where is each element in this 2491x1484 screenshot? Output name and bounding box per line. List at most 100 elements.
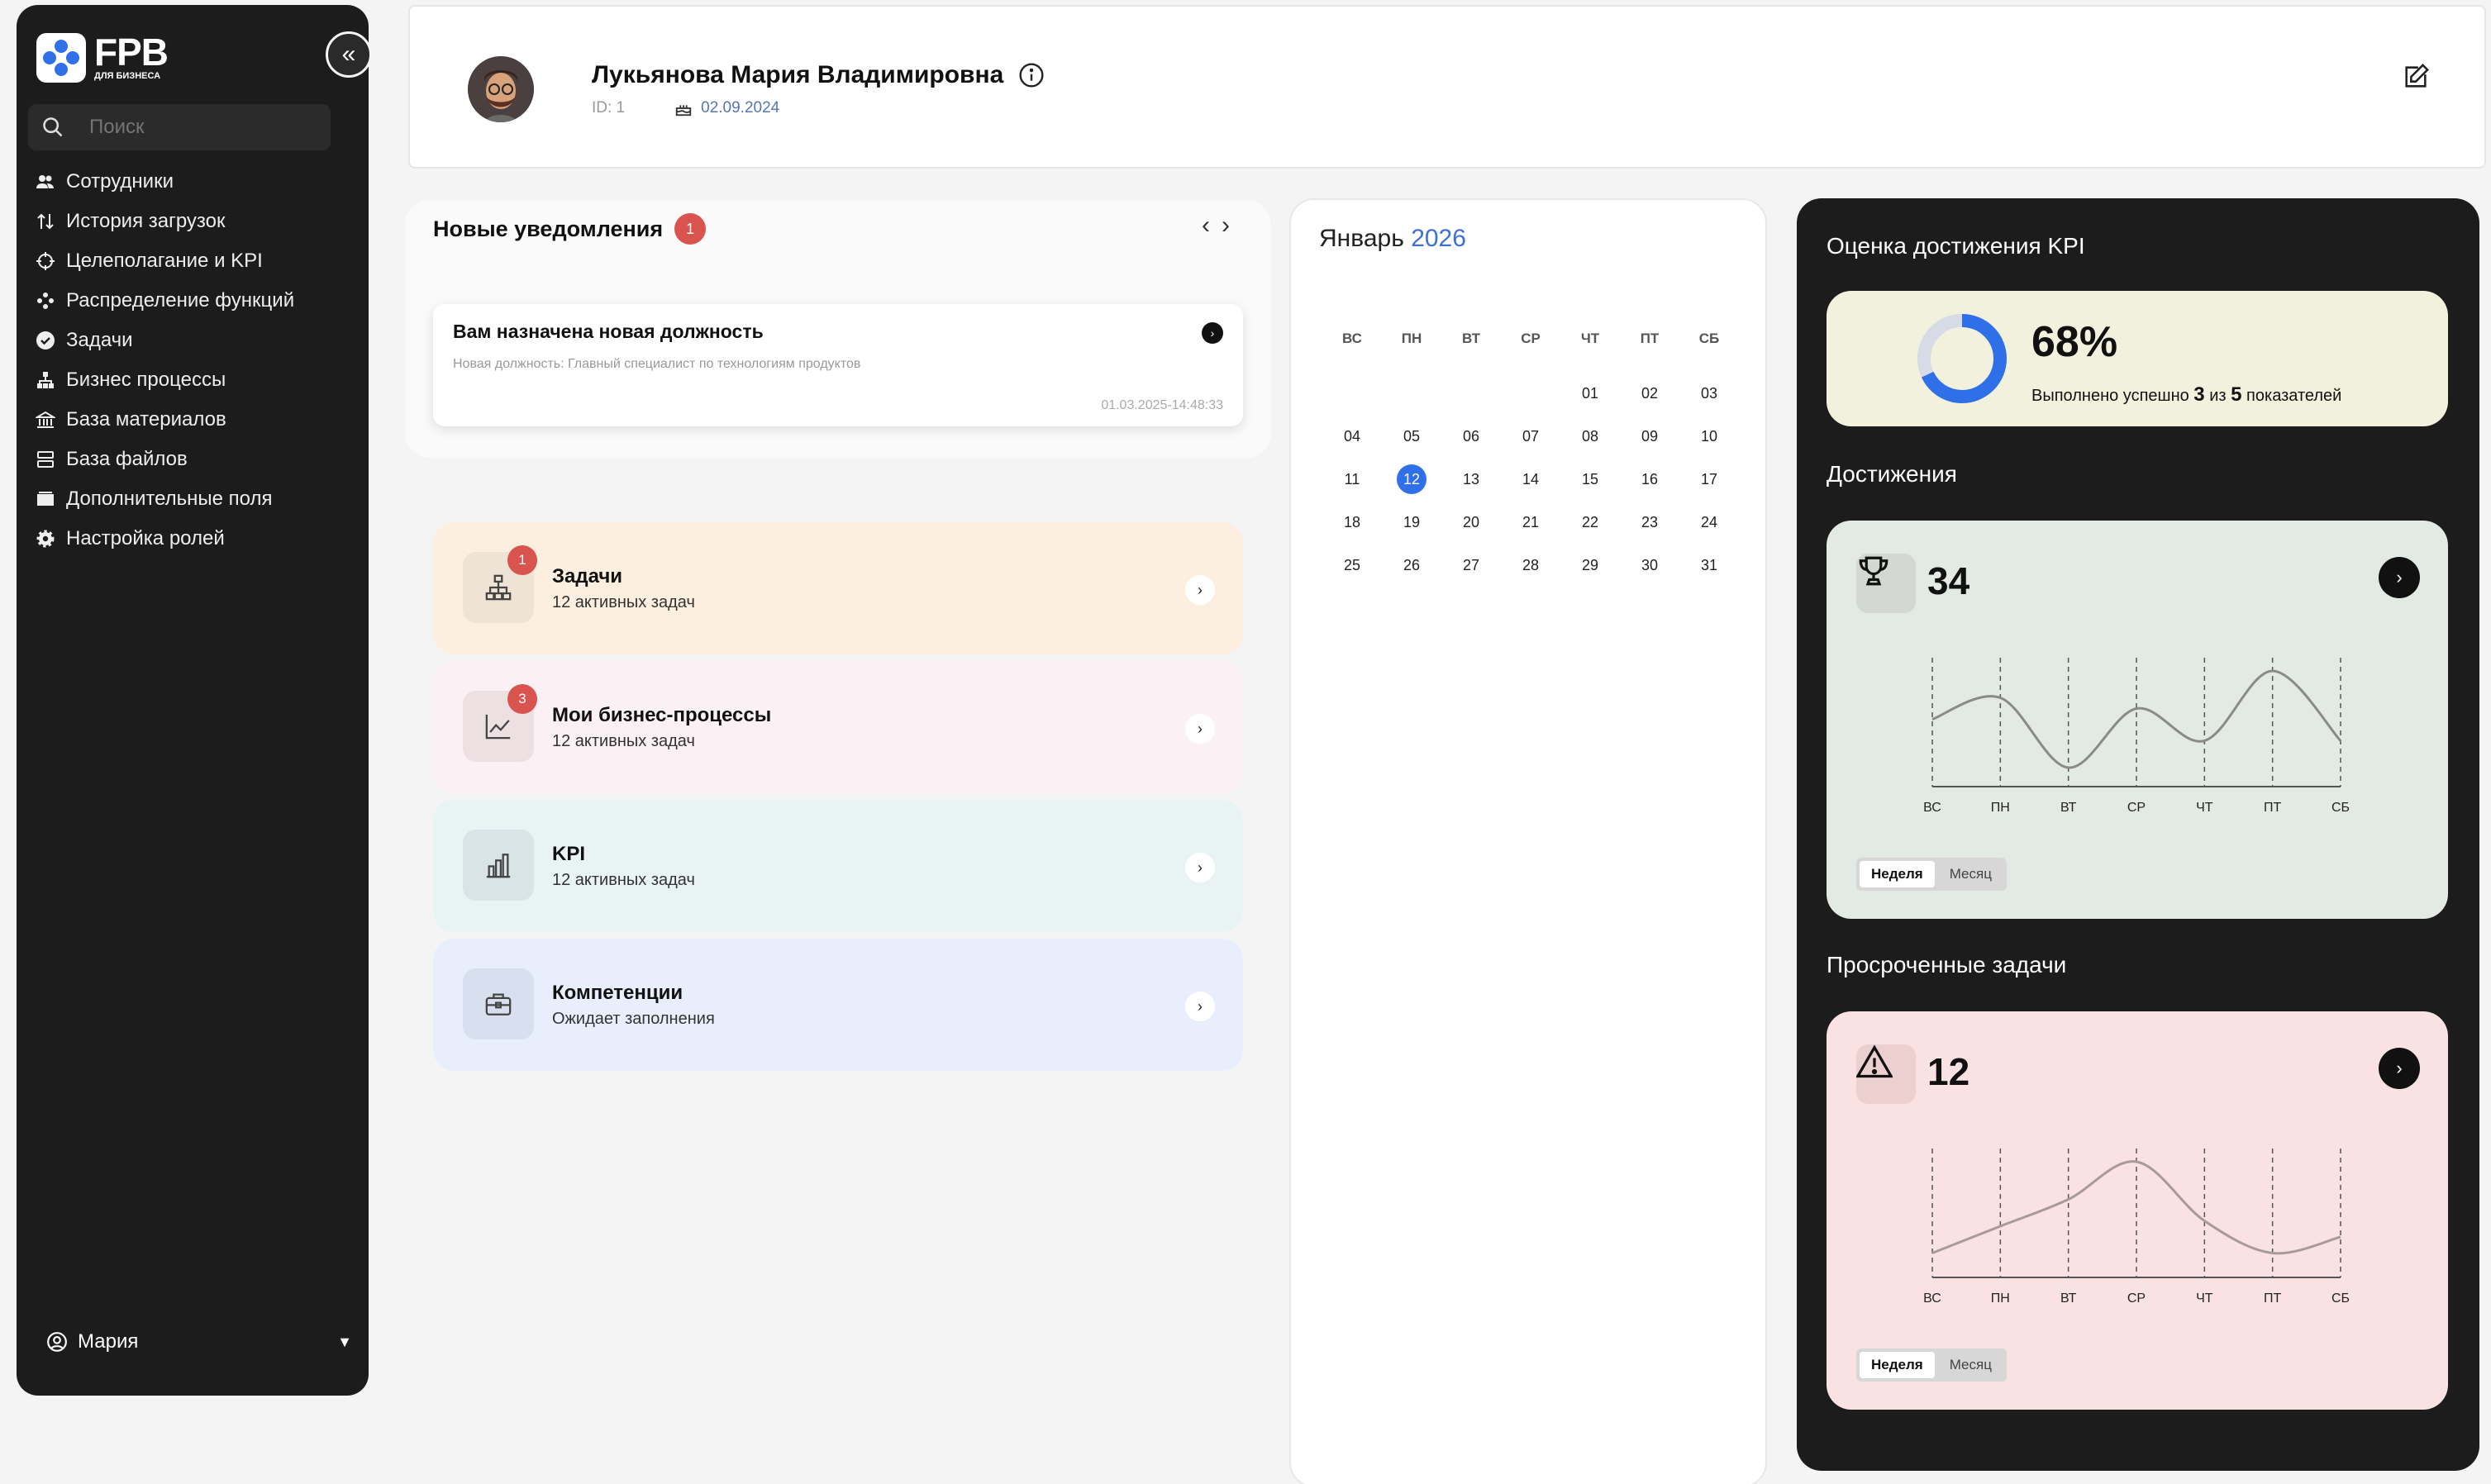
profile-name: Лукьянова Мария Владимировна — [592, 61, 1004, 88]
card-business-processes[interactable]: 3 Мои бизнес-процессы 12 активных задач … — [433, 661, 1243, 793]
kpi-summary-card: 68% Выполнено успешно 3 из 5 показателей — [1827, 291, 2448, 426]
sidebar-item-label: Задачи — [66, 329, 133, 351]
calendar-day[interactable]: 19 — [1382, 507, 1441, 537]
calendar-day[interactable]: 16 — [1620, 464, 1679, 494]
warning-icon — [1856, 1044, 1893, 1078]
calendar-day[interactable]: 21 — [1501, 507, 1560, 537]
calendar-day[interactable]: 29 — [1560, 550, 1620, 580]
calendar-day[interactable]: 22 — [1560, 507, 1620, 537]
calendar-day[interactable]: 04 — [1322, 421, 1382, 451]
logo[interactable]: FPB ДЛЯ БИЗНЕСА — [36, 33, 169, 83]
calendar-day-number: 17 — [1700, 470, 1718, 488]
achievements-title: Достижения — [1827, 461, 1957, 487]
calendar-day-number: 08 — [1581, 427, 1599, 445]
sidebar-item-functions[interactable]: Распределение функций — [35, 281, 349, 321]
collapse-sidebar-button[interactable]: « — [326, 31, 372, 78]
calendar-day-number: 27 — [1462, 556, 1480, 573]
calendar-day[interactable]: 05 — [1382, 421, 1441, 451]
open-notification-button[interactable]: › — [1202, 322, 1223, 344]
card-kpi[interactable]: KPI 12 активных задач › — [433, 800, 1243, 932]
calendar-day[interactable]: 23 — [1620, 507, 1679, 537]
search-input[interactable] — [89, 116, 304, 139]
calendar-day-number: 19 — [1403, 513, 1421, 530]
overdue-chart: ВС ПН ВТ СР ЧТ ПТ СБ — [1923, 1149, 2350, 1306]
calendar-day-number: 22 — [1581, 513, 1599, 530]
user-menu[interactable]: Мария ▼ — [46, 1330, 352, 1353]
sidebar-item-roles[interactable]: Настройка ролей — [35, 519, 349, 559]
toggle-week[interactable]: Неделя — [1860, 861, 1935, 887]
open-overdue-button[interactable]: › — [2379, 1048, 2420, 1089]
open-achievements-button[interactable]: › — [2379, 557, 2420, 598]
card-open-button[interactable]: › — [1185, 575, 1215, 605]
calendar-day[interactable]: 28 — [1501, 550, 1560, 580]
card-open-button[interactable]: › — [1185, 853, 1215, 882]
sidebar-item-tasks[interactable]: Задачи — [35, 321, 349, 360]
calendar-day[interactable]: 30 — [1620, 550, 1679, 580]
notification-card[interactable]: Вам назначена новая должность Новая долж… — [433, 304, 1243, 426]
kpi-title: Оценка достижения KPI — [1827, 233, 2085, 259]
calendar-day-today[interactable]: 12 — [1382, 464, 1441, 494]
calendar-day-number: 13 — [1462, 470, 1480, 488]
calendar-day[interactable]: 07 — [1501, 421, 1560, 451]
calendar-day[interactable]: 03 — [1679, 378, 1739, 408]
search-box[interactable] — [28, 104, 331, 150]
calendar-year[interactable]: 2026 — [1411, 225, 1466, 252]
cake-icon — [675, 105, 692, 117]
sidebar-item-label: Дополнительные поля — [66, 488, 273, 510]
sidebar-item-business-processes[interactable]: Бизнес процессы — [35, 360, 349, 400]
calendar-day[interactable]: 24 — [1679, 507, 1739, 537]
info-icon[interactable] — [1018, 62, 1045, 88]
server-icon — [35, 449, 56, 470]
sidebar-item-upload-history[interactable]: История загрузок — [35, 202, 349, 241]
logo-icon — [36, 33, 86, 83]
sidebar-item-employees[interactable]: Сотрудники — [35, 162, 349, 202]
calendar-day[interactable]: 20 — [1441, 507, 1501, 537]
chart-x-tick-label: ЧТ — [2196, 1291, 2213, 1306]
prev-notification-button[interactable]: ‹ — [1202, 212, 1210, 240]
calendar-day-number: 26 — [1403, 556, 1421, 573]
upload-history-icon — [35, 211, 56, 232]
calendar-title: Январь 2026 — [1319, 225, 1466, 253]
chevron-right-icon: › — [1198, 581, 1203, 598]
calendar-day[interactable]: 31 — [1679, 550, 1739, 580]
calendar-day[interactable]: 26 — [1382, 550, 1441, 580]
card-competencies[interactable]: Компетенции Ожидает заполнения › — [433, 939, 1243, 1071]
next-notification-button[interactable]: › — [1222, 212, 1230, 240]
profile-id: ID: 1 — [592, 99, 626, 117]
period-toggle: Неделя Месяц — [1856, 1348, 2007, 1382]
sidebar-item-files[interactable]: База файлов — [35, 440, 349, 479]
calendar-weekday: ЧТ — [1580, 331, 1600, 346]
card-open-button[interactable]: › — [1185, 714, 1215, 744]
calendar-day[interactable]: 10 — [1679, 421, 1739, 451]
chevron-right-icon: › — [1210, 326, 1215, 340]
achievements-card: ВС ПН ВТ СР ЧТ ПТ СБ 34 › Неделя Месяц — [1827, 521, 2448, 919]
calendar-day[interactable]: 13 — [1441, 464, 1501, 494]
sidebar-item-goals-kpi[interactable]: Целеполагание и KPI — [35, 241, 349, 281]
sidebar-item-materials[interactable]: База материалов — [35, 400, 349, 440]
card-title: Мои бизнес-процессы — [552, 704, 772, 726]
calendar-day[interactable]: 25 — [1322, 550, 1382, 580]
avatar[interactable] — [468, 56, 534, 122]
card-icon-box — [1856, 1044, 1916, 1104]
calendar-day[interactable]: 11 — [1322, 464, 1382, 494]
calendar-day[interactable]: 08 — [1560, 421, 1620, 451]
calendar-day[interactable]: 27 — [1441, 550, 1501, 580]
card-open-button[interactable]: › — [1185, 992, 1215, 1021]
chart-x-tick-label: ВТ — [2060, 801, 2077, 815]
edit-icon[interactable] — [2402, 63, 2430, 91]
calendar-day[interactable]: 17 — [1679, 464, 1739, 494]
notification-description: Новая должность: Главный специалист по т… — [453, 357, 861, 371]
toggle-week[interactable]: Неделя — [1860, 1352, 1935, 1378]
toggle-month[interactable]: Месяц — [1938, 861, 2003, 887]
calendar-day[interactable]: 02 — [1620, 378, 1679, 408]
toggle-month[interactable]: Месяц — [1938, 1352, 2003, 1378]
card-tasks[interactable]: 1 Задачи 12 активных задач › — [433, 522, 1243, 654]
calendar-day[interactable]: 18 — [1322, 507, 1382, 537]
calendar-day[interactable]: 06 — [1441, 421, 1501, 451]
calendar-day[interactable]: 09 — [1620, 421, 1679, 451]
calendar-day[interactable]: 01 — [1560, 378, 1620, 408]
calendar-month: Январь — [1319, 225, 1404, 252]
sidebar-item-extra-fields[interactable]: Дополнительные поля — [35, 479, 349, 519]
calendar-day[interactable]: 15 — [1560, 464, 1620, 494]
calendar-day[interactable]: 14 — [1501, 464, 1560, 494]
